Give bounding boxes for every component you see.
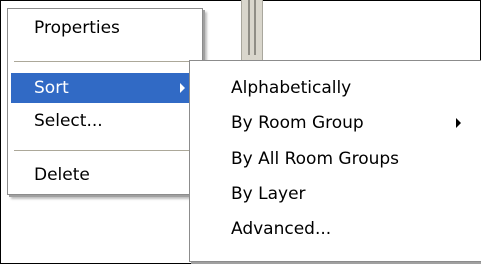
menu-item-label: Alphabetically: [231, 78, 352, 98]
submenu-item-by-all-room-groups[interactable]: By All Room Groups: [193, 144, 481, 174]
submenu-item-by-layer[interactable]: By Layer: [193, 179, 481, 209]
menu-item-label: Select...: [34, 111, 103, 131]
submenu-arrow-icon: [180, 83, 185, 93]
menu-item-label: By All Room Groups: [231, 149, 400, 169]
menu-item-select[interactable]: Select...: [11, 106, 199, 136]
menu-item-delete[interactable]: Delete: [11, 160, 199, 190]
menu-item-label: Advanced...: [231, 219, 332, 239]
submenu-arrow-icon: [456, 118, 461, 128]
menu-separator: [14, 61, 196, 62]
context-menu: Properties Sort Select... Delete: [7, 8, 203, 195]
divider-grip[interactable]: [248, 0, 256, 55]
menu-item-sort[interactable]: Sort: [11, 73, 199, 103]
menu-item-label: By Room Group: [231, 113, 364, 133]
menu-item-label: By Layer: [231, 184, 306, 204]
menu-item-label: Delete: [34, 165, 90, 185]
submenu-item-by-room-group[interactable]: By Room Group: [193, 108, 481, 138]
sort-submenu: Alphabetically By Room Group By All Room…: [189, 60, 481, 262]
submenu-item-advanced[interactable]: Advanced...: [193, 214, 481, 244]
menu-item-properties[interactable]: Properties: [11, 13, 199, 43]
menu-item-label: Sort: [34, 78, 69, 98]
menu-item-label: Properties: [34, 18, 120, 38]
submenu-item-alphabetically[interactable]: Alphabetically: [193, 73, 481, 103]
menu-separator: [14, 150, 196, 151]
